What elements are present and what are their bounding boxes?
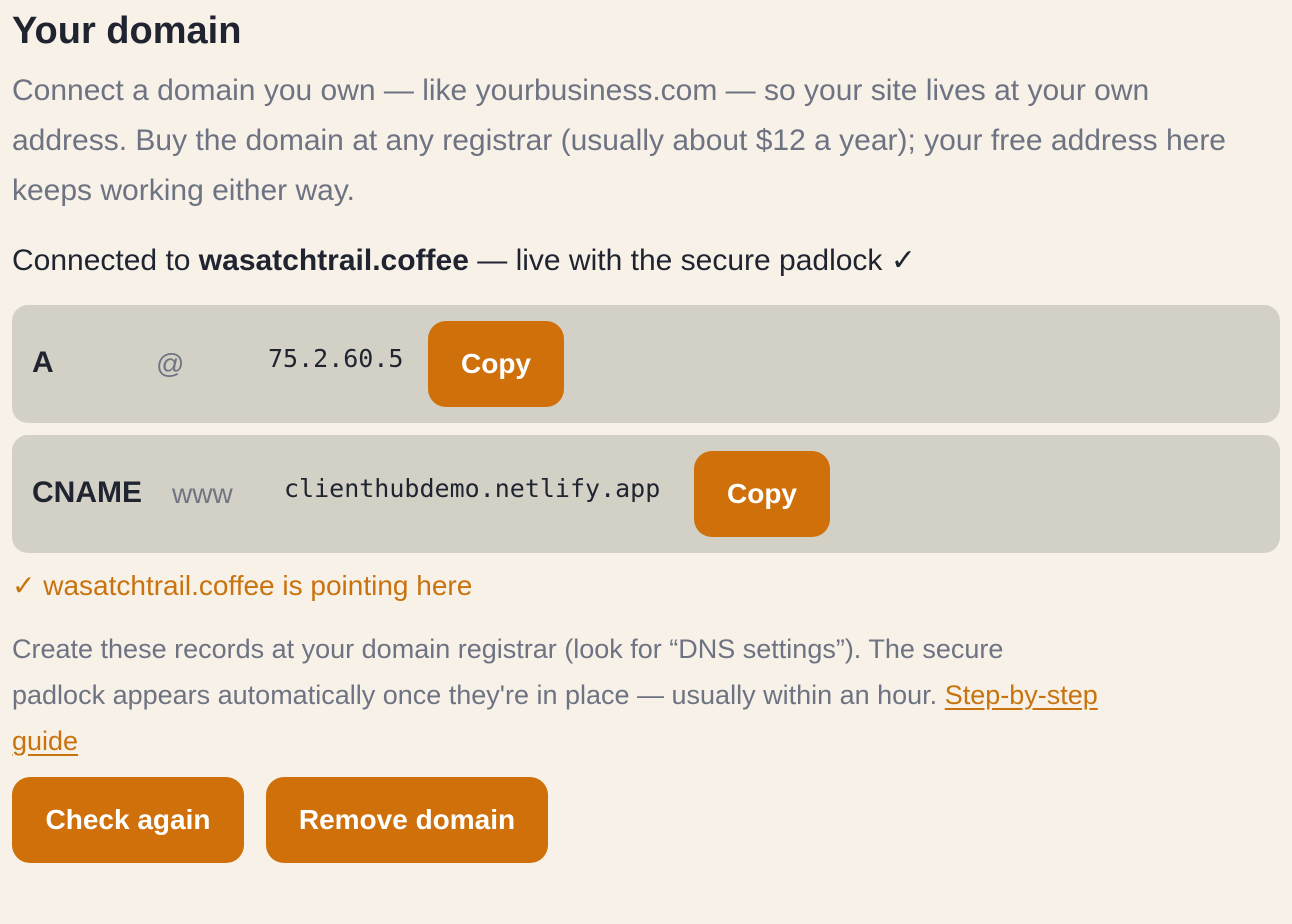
record-value-a: 75.2.60.5 — [268, 344, 404, 373]
dns-help-copy: Create these records at your domain regi… — [12, 634, 1004, 710]
domain-pointing-status: ✓ wasatchtrail.coffee is pointing here — [12, 570, 473, 601]
record-type-cname: CNAME — [32, 476, 142, 509]
copy-cname-record-button[interactable]: Copy — [694, 451, 830, 537]
copy-a-record-button[interactable]: Copy — [428, 321, 564, 407]
dns-help-text: Create these records at your domain regi… — [12, 626, 1102, 764]
connected-domain: wasatchtrail.coffee — [198, 244, 469, 277]
dns-record-cname: CNAME www clienthubdemo.netlify.app Copy — [12, 435, 1280, 553]
domain-intro-text: Connect a domain you own — like yourbusi… — [12, 74, 1226, 207]
check-again-button[interactable]: Check again — [12, 777, 244, 863]
record-host-cname: www — [172, 478, 233, 509]
connection-suffix: — live with the secure padlock ✓ — [468, 244, 916, 277]
remove-domain-button[interactable]: Remove domain — [266, 777, 548, 863]
page-title: Your domain — [12, 10, 242, 52]
connection-prefix: Connected to — [12, 244, 199, 277]
domain-settings-panel: Your domain Connect a domain you own — l… — [0, 0, 1292, 924]
record-type-a: A — [32, 346, 54, 379]
record-value-cname: clienthubdemo.netlify.app — [284, 474, 661, 503]
dns-record-a: A @ 75.2.60.5 Copy — [12, 305, 1280, 423]
record-host-a: @ — [156, 348, 185, 379]
connection-status: Connected to wasatchtrail.coffee — live … — [12, 240, 916, 282]
